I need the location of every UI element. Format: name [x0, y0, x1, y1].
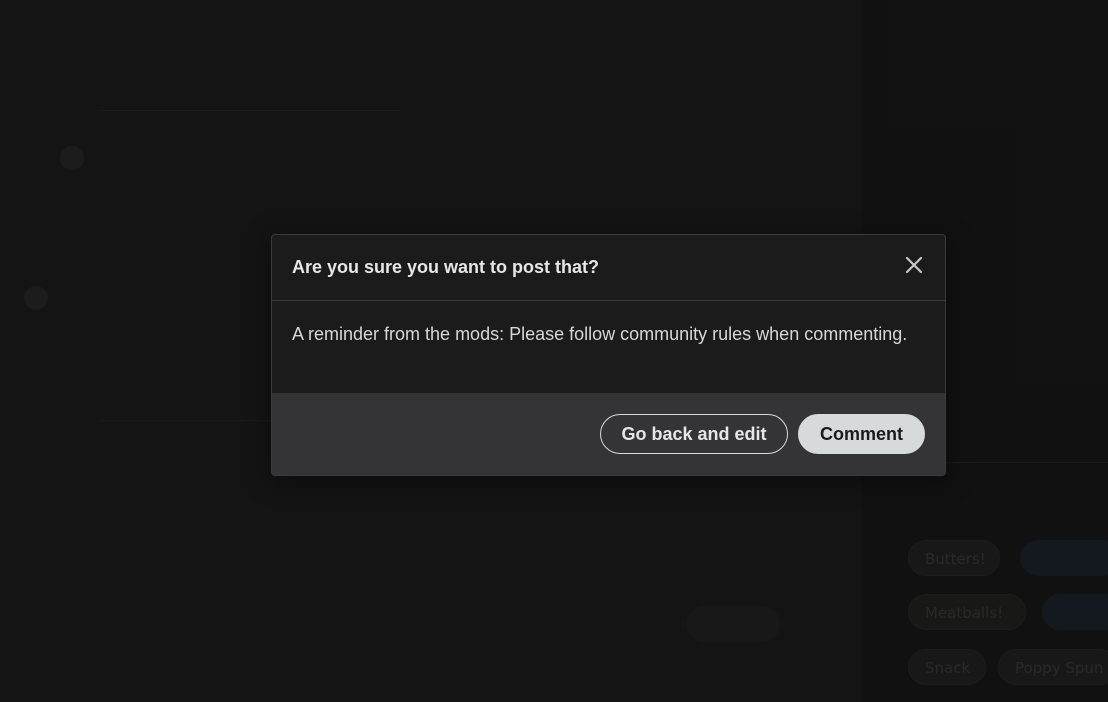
page: Butters! Meatballs! Snack Poppy Spun Are… [0, 0, 1108, 702]
confirm-post-dialog: Are you sure you want to post that? A re… [271, 234, 946, 476]
close-button[interactable] [901, 252, 927, 278]
dialog-header: Are you sure you want to post that? [272, 235, 945, 301]
close-icon [905, 256, 923, 274]
dialog-title: Are you sure you want to post that? [292, 257, 600, 277]
comment-button[interactable]: Comment [798, 414, 925, 454]
go-back-and-edit-button[interactable]: Go back and edit [600, 414, 788, 454]
dialog-footer: Go back and edit Comment [272, 393, 945, 475]
dialog-message: A reminder from the mods: Please follow … [292, 324, 908, 344]
